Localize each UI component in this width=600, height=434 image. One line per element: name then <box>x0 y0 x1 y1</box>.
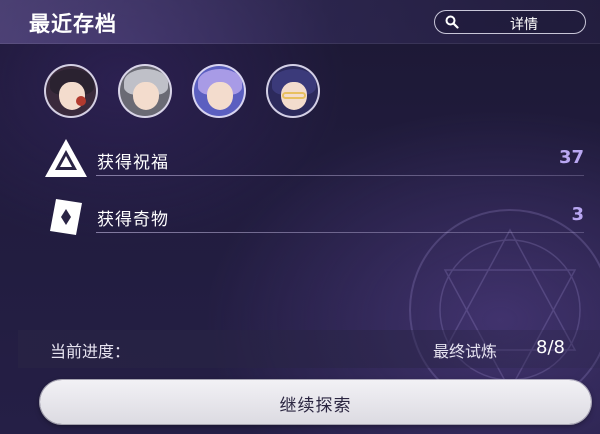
character-avatar-1[interactable] <box>44 64 98 118</box>
blessing-icon <box>45 139 87 177</box>
character-avatar-2[interactable] <box>118 64 172 118</box>
curio-icon <box>50 199 82 235</box>
details-button-label: 详情 <box>510 17 538 33</box>
continue-button-label: 继续探索 <box>279 396 352 416</box>
row-divider <box>96 175 584 176</box>
blessings-label: 获得祝福 <box>97 153 169 173</box>
stage-count: 8/8 <box>536 337 565 358</box>
curios-count: 3 <box>571 204 584 225</box>
character-avatar-4[interactable] <box>266 64 320 118</box>
details-button[interactable]: 详情 <box>434 10 586 34</box>
blessings-count: 37 <box>558 147 584 168</box>
page-title: 最近存档 <box>29 12 117 36</box>
stage-name: 最终试炼 <box>433 342 498 361</box>
continue-exploring-button[interactable]: 继续探索 <box>40 380 591 424</box>
curios-label: 获得奇物 <box>97 210 169 230</box>
progress-label: 当前进度： <box>50 342 131 361</box>
header-bar: 最近存档 详情 <box>0 0 600 44</box>
row-divider <box>96 232 584 233</box>
character-avatar-3[interactable] <box>192 64 246 118</box>
